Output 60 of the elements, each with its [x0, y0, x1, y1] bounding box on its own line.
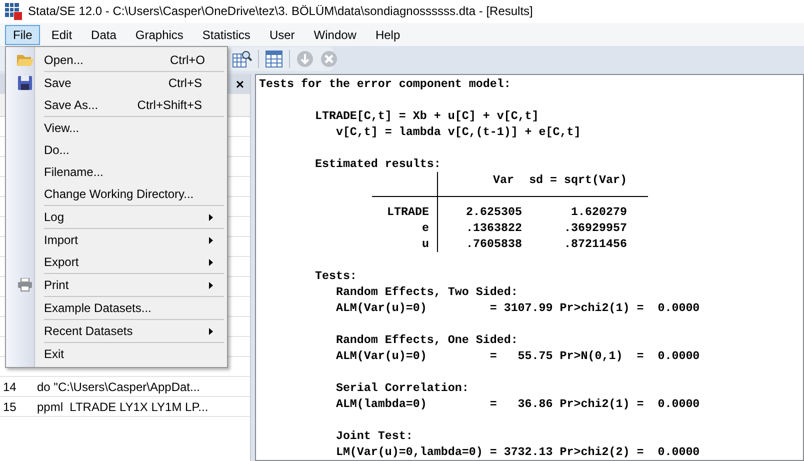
table-cell-text: .1363822: [465, 220, 522, 236]
output-line: LTRADE[C,t] = Xb + u[C] + v[C,t]: [314, 108, 540, 124]
menu-item[interactable]: Example Datasets...: [6, 297, 224, 319]
menu-bar-item[interactable]: Window: [306, 24, 364, 45]
output-line: ALM(lambda=0) = 36.86 Pr>chi2(1) = 0.0000: [334, 396, 701, 412]
submenu-arrow-icon: [209, 214, 213, 220]
submenu-arrow-icon: [209, 236, 213, 244]
row-number: 15: [2, 398, 18, 416]
menu-bar-item[interactable]: Help: [367, 24, 408, 45]
table-cell-text: e: [421, 220, 429, 236]
folder-icon: [16, 52, 34, 68]
history-command[interactable]: do "C:\Users\Casper\AppDat...: [37, 378, 200, 396]
table-cell-text: .7605838: [465, 236, 522, 252]
menu-item[interactable]: Filename...: [6, 161, 224, 183]
menu-bar-item[interactable]: Edit: [43, 24, 80, 45]
menu-item[interactable]: Import: [6, 229, 224, 251]
submenu-arrow-icon: [209, 258, 213, 266]
submenu-arrow-icon: [209, 282, 213, 288]
spreadsheet-icon[interactable]: [265, 50, 283, 68]
table-cell-text: 1.620279: [570, 204, 627, 220]
history-command[interactable]: ppml LTRADE LY1X LY1M LP...: [37, 398, 208, 416]
output-line: v[C,t] = lambda v[C,(t-1)] + e[C,t]: [334, 124, 582, 140]
output-line: ALM(Var(u)=0) = 55.75 Pr>N(0,1) = 0.0000: [334, 348, 701, 364]
table-cell-text: 2.625305: [465, 204, 522, 220]
menu-item[interactable]: Change Working Directory...: [6, 183, 224, 205]
menu-item[interactable]: Print: [6, 274, 224, 296]
table-search-icon[interactable]: [232, 50, 252, 68]
menu-item[interactable]: Save As... Ctrl+Shift+S: [6, 94, 224, 116]
output-line: Estimated results:: [314, 156, 442, 172]
table-cell-text: LTRADE: [386, 204, 429, 220]
menu-item[interactable]: Export: [6, 251, 224, 273]
menu-bar-item[interactable]: Data: [83, 24, 124, 45]
output-line: Tests for the error component model:: [259, 76, 512, 92]
output-line: ALM(Var(u)=0) = 3107.99 Pr>chi2(1) = 0.0000: [334, 300, 701, 316]
menu-item[interactable]: Save Ctrl+S: [6, 72, 224, 94]
menu-item[interactable]: Log: [6, 206, 224, 228]
menu-bar-item[interactable]: Graphics: [127, 24, 192, 45]
output-line: Tests:: [314, 268, 358, 284]
menu-bar-item[interactable]: Statistics: [194, 24, 258, 45]
table-cell-text: u: [421, 236, 429, 252]
submenu-arrow-icon: [209, 328, 213, 334]
row-number: 14: [2, 378, 18, 396]
table-cell-text: .36929957: [563, 220, 627, 236]
table-cell-text: .87211456: [563, 236, 627, 252]
close-button[interactable]: ×: [236, 77, 244, 91]
column-header: sd = sqrt(Var): [529, 173, 627, 187]
output-line: LM(Var(u)=0,lambda=0) = 3732.13 Pr>chi2(2) = 0.0000: [334, 444, 701, 460]
output-line: Random Effects, One Sided:: [334, 332, 519, 348]
menu-bar-item[interactable]: User: [261, 24, 303, 45]
output-line: Serial Correlation:: [334, 380, 470, 396]
menu-bar-item[interactable]: File: [5, 24, 40, 45]
column-header: Var: [493, 173, 514, 187]
menu-item[interactable]: Exit: [6, 343, 224, 365]
window-title: Stata/SE 12.0 - C:\Users\Casper\OneDrive\tez\3. BÖLÜM\data\sondiagnossssss.dta - [Results]: [28, 3, 533, 20]
output-line: Joint Test:: [334, 428, 414, 444]
menu-item[interactable]: Do...: [6, 139, 224, 161]
output-line: Random Effects, Two Sided:: [334, 284, 519, 300]
printer-icon: [17, 278, 33, 292]
menu-item[interactable]: View...: [6, 117, 224, 139]
menu-item[interactable]: Recent Datasets: [6, 320, 224, 342]
